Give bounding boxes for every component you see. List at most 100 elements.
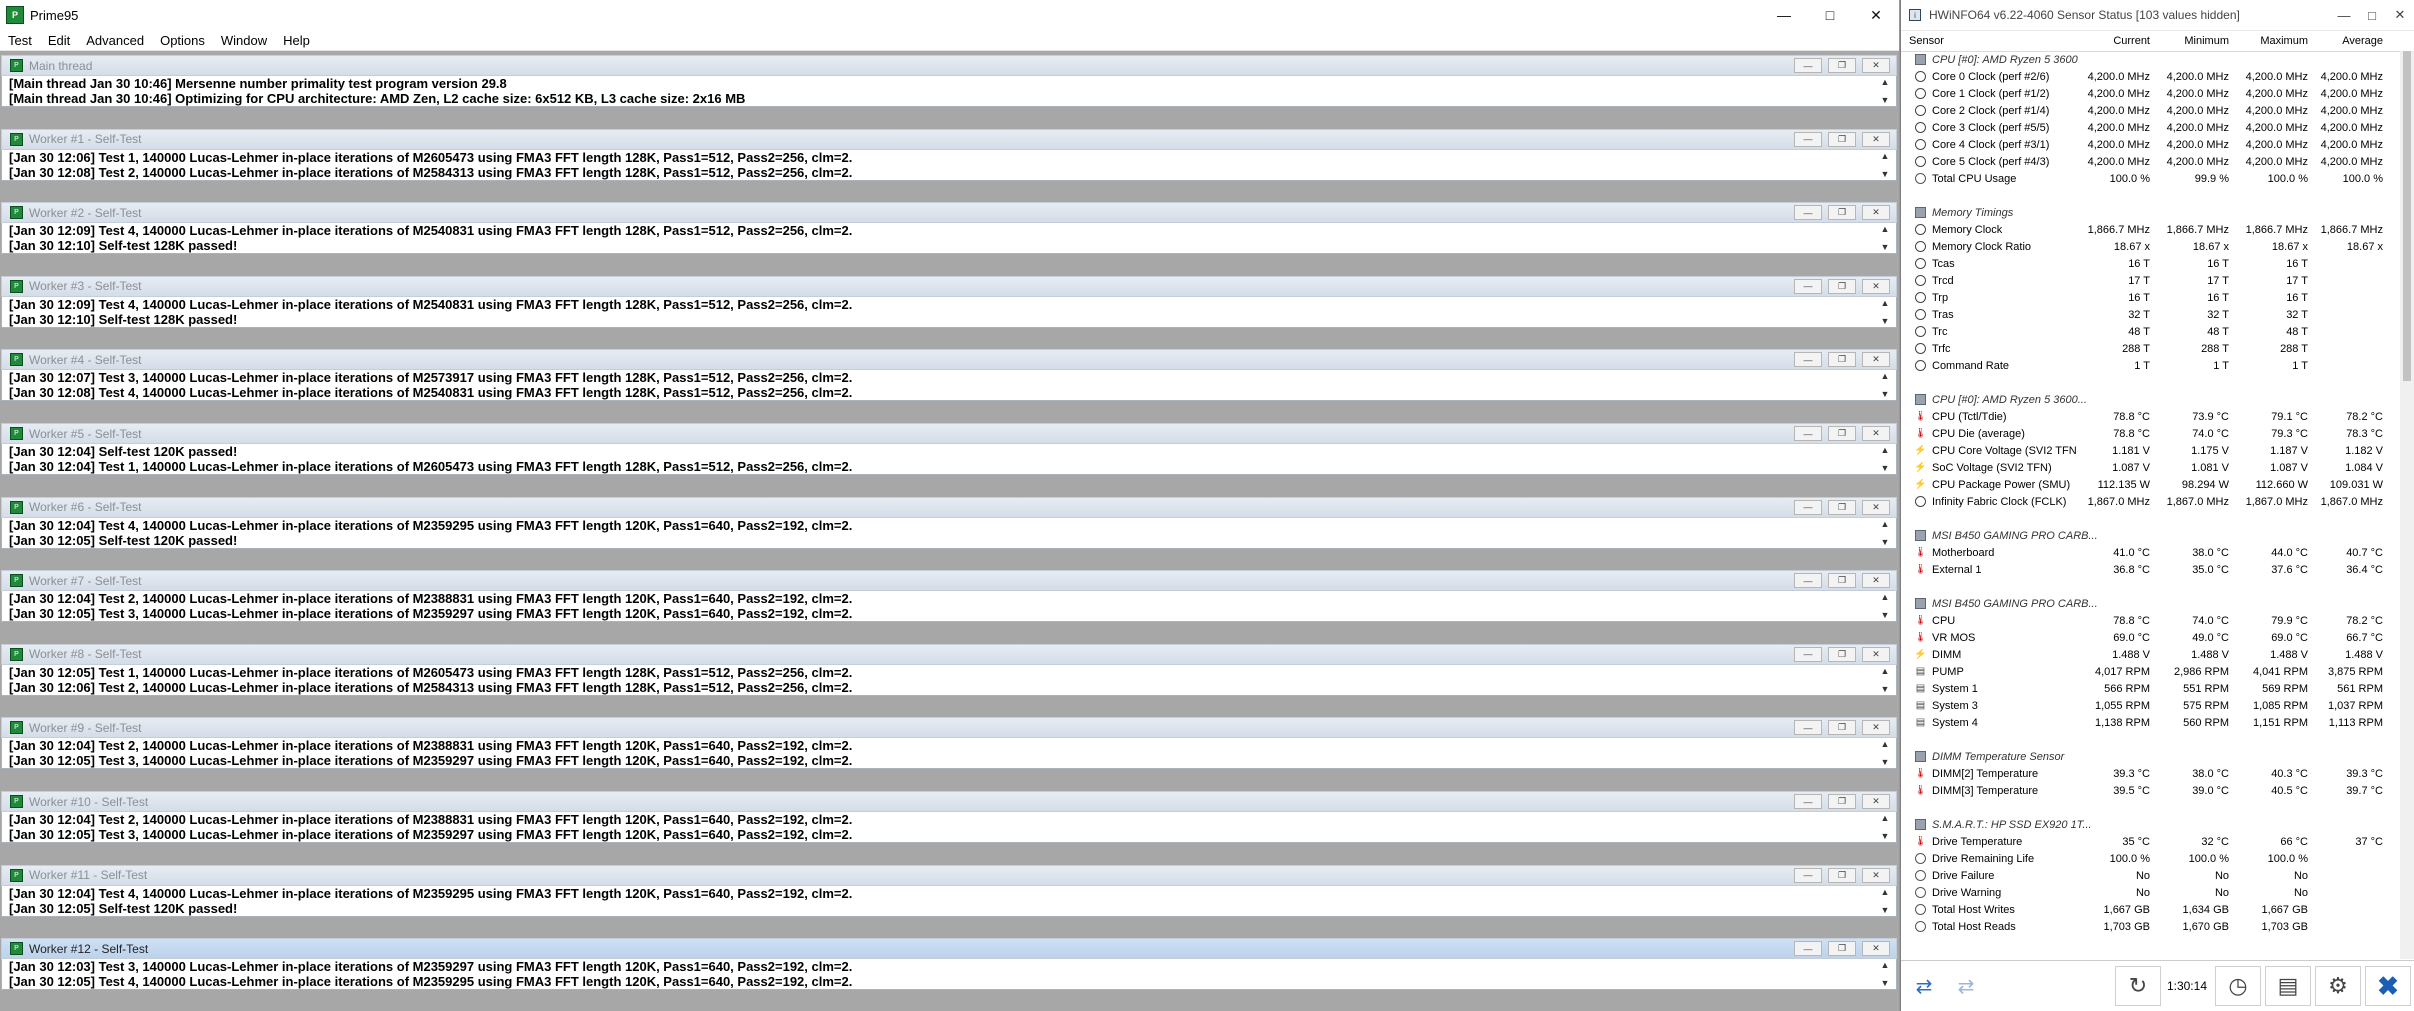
scroll-down-icon[interactable]: ▼ bbox=[1881, 684, 1890, 694]
scroll-up-icon[interactable]: ▲ bbox=[1881, 224, 1890, 234]
log-output[interactable]: [Jan 30 12:04] Test 2, 140000 Lucas-Lehm… bbox=[1, 812, 1897, 843]
clock-reset-icon[interactable]: ◷ bbox=[2215, 966, 2261, 1006]
log-scrollbar[interactable]: ▲ ▼ bbox=[1878, 813, 1892, 841]
sensor-row[interactable]: ▤ System 4 1,138 RPM 560 RPM 1,151 RPM 1,113 … bbox=[1901, 714, 2401, 731]
child-minimize-button[interactable]: — bbox=[1794, 867, 1822, 883]
log-scrollbar[interactable]: ▲ ▼ bbox=[1878, 739, 1892, 767]
log-scrollbar[interactable]: ▲ ▼ bbox=[1878, 960, 1892, 988]
sensor-group-header[interactable]: CPU [#0]: AMD Ryzen 5 3600... bbox=[1901, 391, 2401, 408]
child-titlebar[interactable]: P Worker #12 - Self-Test — ❐ ✕ bbox=[1, 938, 1897, 960]
child-restore-button[interactable]: ❐ bbox=[1828, 278, 1856, 294]
report-icon[interactable]: ▤ bbox=[2265, 966, 2311, 1006]
child-close-button[interactable]: ✕ bbox=[1862, 205, 1890, 221]
sensor-row[interactable]: Drive Remaining Life 100.0 % 100.0 % 100.0 … bbox=[1901, 850, 2401, 867]
child-close-button[interactable]: ✕ bbox=[1862, 573, 1890, 589]
log-output[interactable]: [Jan 30 12:04] Test 2, 140000 Lucas-Lehm… bbox=[1, 738, 1897, 770]
child-titlebar[interactable]: P Worker #9 - Self-Test — ❐ ✕ bbox=[1, 717, 1897, 739]
sensor-row[interactable]: ⚡ CPU Package Power (SMU) 112.135 W 98.294 … bbox=[1901, 476, 2401, 493]
prime95-titlebar[interactable]: P Prime95 — □ ✕ bbox=[0, 0, 1899, 30]
log-scrollbar[interactable]: ▲ ▼ bbox=[1878, 445, 1892, 473]
log-scrollbar[interactable]: ▲ ▼ bbox=[1878, 298, 1892, 326]
sensor-row[interactable]: ⚡ DIMM 1.488 V 1.488 V 1.488 V 1.488 V bbox=[1901, 646, 2401, 663]
sensor-row[interactable]: Core 4 Clock (perf #3/1) 4,200.0 MHz 4,200… bbox=[1901, 136, 2401, 153]
log-output[interactable]: [Jan 30 12:04] Test 2, 140000 Lucas-Lehm… bbox=[1, 591, 1897, 623]
child-restore-button[interactable]: ❐ bbox=[1828, 131, 1856, 147]
log-output[interactable]: [Jan 30 12:06] Test 1, 140000 Lucas-Lehm… bbox=[1, 149, 1897, 181]
child-minimize-button[interactable]: — bbox=[1794, 131, 1822, 147]
worker-window[interactable]: P Worker #11 - Self-Test — ❐ ✕ [Jan 30 12:04]… bbox=[1, 864, 1897, 917]
scroll-up-icon[interactable]: ▲ bbox=[1881, 739, 1890, 749]
sensor-row[interactable]: ▤ System 1 566 RPM 551 RPM 569 RPM 561 RPM bbox=[1901, 680, 2401, 697]
scroll-up-icon[interactable]: ▲ bbox=[1881, 371, 1890, 381]
sensor-row[interactable]: Core 5 Clock (perf #4/3) 4,200.0 MHz 4,200… bbox=[1901, 153, 2401, 170]
worker-window[interactable]: P Worker #6 - Self-Test — ❐ ✕ [Jan 30 12:04] … bbox=[1, 496, 1897, 549]
child-close-button[interactable]: ✕ bbox=[1862, 426, 1890, 441]
child-close-button[interactable]: ✕ bbox=[1862, 278, 1890, 294]
menu-help[interactable]: Help bbox=[275, 33, 318, 48]
sensor-row[interactable]: Command Rate 1 T 1 T 1 T bbox=[1901, 357, 2401, 374]
exit-icon[interactable]: ✖ bbox=[2365, 966, 2411, 1006]
sensor-row[interactable]: 🌡 CPU (Tctl/Tdie) 78.8 °C 73.9 °C 79.1 °C 78.… bbox=[1901, 408, 2401, 425]
scroll-up-icon[interactable]: ▲ bbox=[1881, 592, 1890, 602]
column-maximum[interactable]: Maximum bbox=[2235, 35, 2314, 47]
nav-back-icon[interactable]: ⇄ bbox=[1905, 969, 1943, 1003]
log-output[interactable]: [Jan 30 12:04] Test 4, 140000 Lucas-Lehm… bbox=[1, 885, 1897, 917]
scroll-down-icon[interactable]: ▼ bbox=[1881, 389, 1890, 399]
child-titlebar[interactable]: P Worker #6 - Self-Test — ❐ ✕ bbox=[1, 496, 1897, 518]
sensor-row[interactable]: 🌡 CPU 78.8 °C 74.0 °C 79.9 °C 78.2 °C bbox=[1901, 612, 2401, 629]
child-restore-button[interactable]: ❐ bbox=[1828, 573, 1856, 589]
sensor-row[interactable]: Trcd 17 T 17 T 17 T bbox=[1901, 272, 2401, 289]
log-scrollbar[interactable]: ▲ ▼ bbox=[1878, 592, 1892, 620]
child-minimize-button[interactable]: — bbox=[1794, 58, 1822, 73]
worker-window[interactable]: P Worker #3 - Self-Test — ❐ ✕ [Jan 30 12:09] … bbox=[1, 275, 1897, 328]
child-titlebar[interactable]: P Worker #4 - Self-Test — ❐ ✕ bbox=[1, 349, 1897, 371]
sensor-group-header[interactable]: MSI B450 GAMING PRO CARB... bbox=[1901, 595, 2401, 612]
child-minimize-button[interactable]: — bbox=[1794, 794, 1822, 809]
scroll-down-icon[interactable]: ▼ bbox=[1881, 537, 1890, 547]
scroll-down-icon[interactable]: ▼ bbox=[1881, 242, 1890, 252]
log-scrollbar[interactable]: ▲ ▼ bbox=[1878, 151, 1892, 179]
sensor-row[interactable]: Trp 16 T 16 T 16 T bbox=[1901, 289, 2401, 306]
sensor-row[interactable]: Trfc 288 T 288 T 288 T bbox=[1901, 340, 2401, 357]
child-close-button[interactable]: ✕ bbox=[1862, 720, 1890, 736]
minimize-button[interactable]: — bbox=[1761, 0, 1807, 30]
log-output[interactable]: [Jan 30 12:05] Test 1, 140000 Lucas-Lehm… bbox=[1, 664, 1897, 696]
worker-window[interactable]: P Worker #4 - Self-Test — ❐ ✕ [Jan 30 12:07] … bbox=[1, 349, 1897, 402]
sensor-row[interactable]: Core 1 Clock (perf #1/2) 4,200.0 MHz 4,200… bbox=[1901, 85, 2401, 102]
sensor-row[interactable]: ⚡ SoC Voltage (SVI2 TFN) 1.087 V 1.081 V 1.0… bbox=[1901, 459, 2401, 476]
child-titlebar[interactable]: P Worker #10 - Self-Test — ❐ ✕ bbox=[1, 791, 1897, 812]
child-close-button[interactable]: ✕ bbox=[1862, 867, 1890, 883]
menu-window[interactable]: Window bbox=[213, 33, 275, 48]
sensor-row[interactable]: 🌡 Drive Temperature 35 °C 32 °C 66 °C 37 °C bbox=[1901, 833, 2401, 850]
scroll-down-icon[interactable]: ▼ bbox=[1881, 831, 1890, 841]
worker-window[interactable]: P Worker #12 - Self-Test — ❐ ✕ [Jan 30 12:03]… bbox=[1, 938, 1897, 991]
column-current[interactable]: Current bbox=[2077, 35, 2156, 47]
child-close-button[interactable]: ✕ bbox=[1862, 131, 1890, 147]
child-titlebar[interactable]: P Worker #8 - Self-Test — ❐ ✕ bbox=[1, 643, 1897, 665]
scroll-down-icon[interactable]: ▼ bbox=[1881, 610, 1890, 620]
sensor-row[interactable]: 🌡 CPU Die (average) 78.8 °C 74.0 °C 79.3 °C 7… bbox=[1901, 425, 2401, 442]
hwinfo-close-button[interactable]: ✕ bbox=[2386, 0, 2414, 30]
child-restore-button[interactable]: ❐ bbox=[1828, 352, 1856, 368]
child-minimize-button[interactable]: — bbox=[1794, 573, 1822, 589]
scroll-down-icon[interactable]: ▼ bbox=[1881, 463, 1890, 473]
child-restore-button[interactable]: ❐ bbox=[1828, 941, 1856, 957]
worker-window[interactable]: P Worker #8 - Self-Test — ❐ ✕ [Jan 30 12:05] … bbox=[1, 643, 1897, 696]
child-titlebar[interactable]: P Worker #3 - Self-Test — ❐ ✕ bbox=[1, 275, 1897, 297]
child-restore-button[interactable]: ❐ bbox=[1828, 794, 1856, 809]
child-minimize-button[interactable]: — bbox=[1794, 720, 1822, 736]
sensor-row[interactable]: Infinity Fabric Clock (FCLK) 1,867.0 MHz 1… bbox=[1901, 493, 2401, 510]
sensor-group-header[interactable]: S.M.A.R.T.: HP SSD EX920 1T... bbox=[1901, 816, 2401, 833]
scroll-up-icon[interactable]: ▲ bbox=[1881, 813, 1890, 823]
sensor-row[interactable]: Tcas 16 T 16 T 16 T bbox=[1901, 255, 2401, 272]
child-titlebar[interactable]: P Main thread — ❐ ✕ bbox=[1, 55, 1897, 76]
log-output[interactable]: [Jan 30 12:04] Test 4, 140000 Lucas-Lehm… bbox=[1, 517, 1897, 549]
column-minimum[interactable]: Minimum bbox=[2156, 35, 2235, 47]
log-scrollbar[interactable]: ▲ ▼ bbox=[1878, 77, 1892, 105]
worker-window[interactable]: P Worker #7 - Self-Test — ❐ ✕ [Jan 30 12:04] … bbox=[1, 570, 1897, 623]
scroll-down-icon[interactable]: ▼ bbox=[1881, 757, 1890, 767]
sensor-row[interactable]: Trc 48 T 48 T 48 T bbox=[1901, 323, 2401, 340]
log-output[interactable]: [Main thread Jan 30 10:46] Mersenne numb… bbox=[1, 76, 1897, 107]
sensor-row[interactable]: Memory Clock Ratio 18.67 x 18.67 x 18.67 x 1… bbox=[1901, 238, 2401, 255]
main-thread-window[interactable]: P Main thread — ❐ ✕ [Main thread Jan 30 10:46… bbox=[1, 55, 1897, 107]
